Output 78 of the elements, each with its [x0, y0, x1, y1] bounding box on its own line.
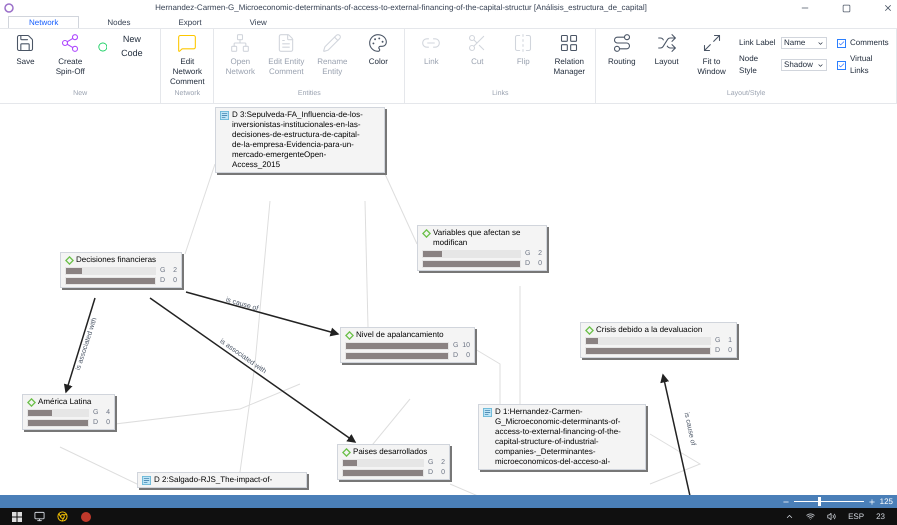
- document-title: D 3:Sepulveda-FA_Influencia-de-los-inversionistas-institucionales-en-las-decisiones-de-estructura-de-capital-de-la-empresa-Evidencia-para-un-mercado-emergenteOpen-Access_2015: [232, 110, 364, 170]
- document-node[interactable]: D 1:Hernandez-Carmen-G_Microeconomic-determinants-of-access-to-external-financing-of-the-capital-structure-of-industrial-companies-_Determinantes-microeconomicos-del-acceso-al-: [478, 404, 646, 470]
- ribbon-tab[interactable]: Export: [158, 17, 222, 28]
- link-arrow[interactable]: [150, 297, 356, 443]
- close-icon[interactable]: [883, 3, 893, 13]
- virtual-link-line: [474, 348, 500, 404]
- new-code-button[interactable]: New Code: [94, 33, 156, 60]
- select-label: Link Label: [738, 37, 776, 49]
- caret-icon: [816, 40, 824, 46]
- checkbox-label: Comments: [850, 37, 889, 49]
- language-indicator[interactable]: ESP: [848, 510, 864, 522]
- diamond-icon: [27, 398, 36, 407]
- ribbon-tab[interactable]: Network: [8, 16, 80, 28]
- style-select[interactable]: Shadow: [780, 59, 827, 71]
- code-name: Decisiones financieras: [76, 255, 156, 265]
- document-node[interactable]: D 2:Salgado-RJS_The-impact-of-: [137, 472, 307, 488]
- virtual-link-line: [384, 174, 418, 244]
- zoom-slider-thumb[interactable]: [818, 497, 822, 506]
- code-name: Nivel de apalancamiento: [356, 330, 444, 340]
- circle-icon: [98, 42, 108, 52]
- windows-start-icon[interactable]: [12, 512, 22, 522]
- code-name: Crisis debido a la devaluacion: [596, 325, 702, 335]
- code-name: América Latina: [38, 397, 92, 407]
- volume-icon[interactable]: [827, 512, 836, 521]
- ribbon-button[interactable]: Relation Manager: [547, 33, 592, 88]
- shuffle-icon: [656, 33, 677, 53]
- diamond-icon: [345, 331, 354, 340]
- checkbox[interactable]: [836, 38, 846, 48]
- maximize-icon: [702, 33, 722, 53]
- flip-icon: [513, 33, 534, 53]
- ribbon-button[interactable]: Fit to Window: [690, 33, 733, 88]
- ribbon-button[interactable]: Routing: [600, 33, 644, 88]
- code-name: Variables que afectan se modifican: [433, 228, 522, 248]
- document-icon: [142, 476, 151, 485]
- virtual-link-line: [450, 484, 478, 495]
- document-node[interactable]: D 3:Sepulveda-FA_Influencia-de-los-inversionistas-institucionales-en-las-decisiones-de-estructura-de-capital-de-la-empresa-Evidencia-para-un-mercado-emergenteOpen-Access_2015: [215, 107, 385, 173]
- style-select[interactable]: Name: [780, 37, 827, 49]
- clock[interactable]: 23: [876, 510, 885, 522]
- share-icon: [60, 33, 80, 53]
- diamond-icon: [422, 229, 431, 238]
- pencil-icon: [322, 33, 342, 53]
- ribbon-button[interactable]: Save: [4, 33, 47, 88]
- document-icon: [483, 408, 492, 417]
- document-title: D 1:Hernandez-Carmen-G_Microeconomic-determinants-of-access-to-external-financing-of-the-capital-structure-of-industrial-companies-_Determinantes-microeconomicos-del-acceso-al-: [495, 407, 622, 467]
- ribbon-button[interactable]: Create Spin-Off: [48, 33, 92, 88]
- grid-icon: [559, 33, 580, 53]
- network-icon: [230, 33, 250, 53]
- document-title: D 2:Salgado-RJS_The-impact-of-: [154, 475, 274, 485]
- diamond-icon: [585, 326, 594, 335]
- diamond-icon: [342, 448, 351, 457]
- checkbox-label: Virtual Links: [850, 53, 874, 77]
- app-taskbar-icon[interactable]: [80, 510, 92, 522]
- ribbon-tab[interactable]: View: [230, 17, 287, 28]
- route-icon: [612, 33, 632, 53]
- link-arrow[interactable]: [64, 298, 96, 394]
- browser-icon[interactable]: [57, 511, 68, 522]
- app-logo-icon: [4, 3, 14, 13]
- window-title: Hernandez-Carmen-G_Microeconomic-determinants-of-access-to-external-financing-of-the-capital-structur [Análisis_estructura_de_capital]: [154, 2, 648, 14]
- ribbon-tab[interactable]: Nodes: [87, 17, 150, 28]
- save-icon: [15, 33, 36, 53]
- code-name: Paises desarrollados: [353, 447, 428, 457]
- tray-chevron-icon[interactable]: [785, 512, 794, 521]
- zoom-reading: 125: [880, 496, 893, 508]
- wifi-icon[interactable]: [806, 512, 816, 521]
- zoom-in-icon[interactable]: [868, 498, 876, 506]
- link-arrow[interactable]: [186, 291, 340, 336]
- palette-icon: [368, 33, 388, 53]
- select-label: Node Style: [738, 53, 760, 77]
- diamond-icon: [65, 256, 74, 265]
- ribbon-button[interactable]: Edit Network Comment: [165, 33, 210, 88]
- document-icon: [220, 111, 229, 120]
- ribbon-button[interactable]: Layout: [645, 33, 688, 88]
- comment-icon: [177, 33, 198, 53]
- task-view-icon[interactable]: [34, 511, 45, 522]
- maximize-icon[interactable]: [842, 4, 851, 12]
- checkbox[interactable]: [836, 60, 846, 70]
- caret-icon: [816, 62, 824, 68]
- ribbon-button[interactable]: Color: [356, 33, 400, 88]
